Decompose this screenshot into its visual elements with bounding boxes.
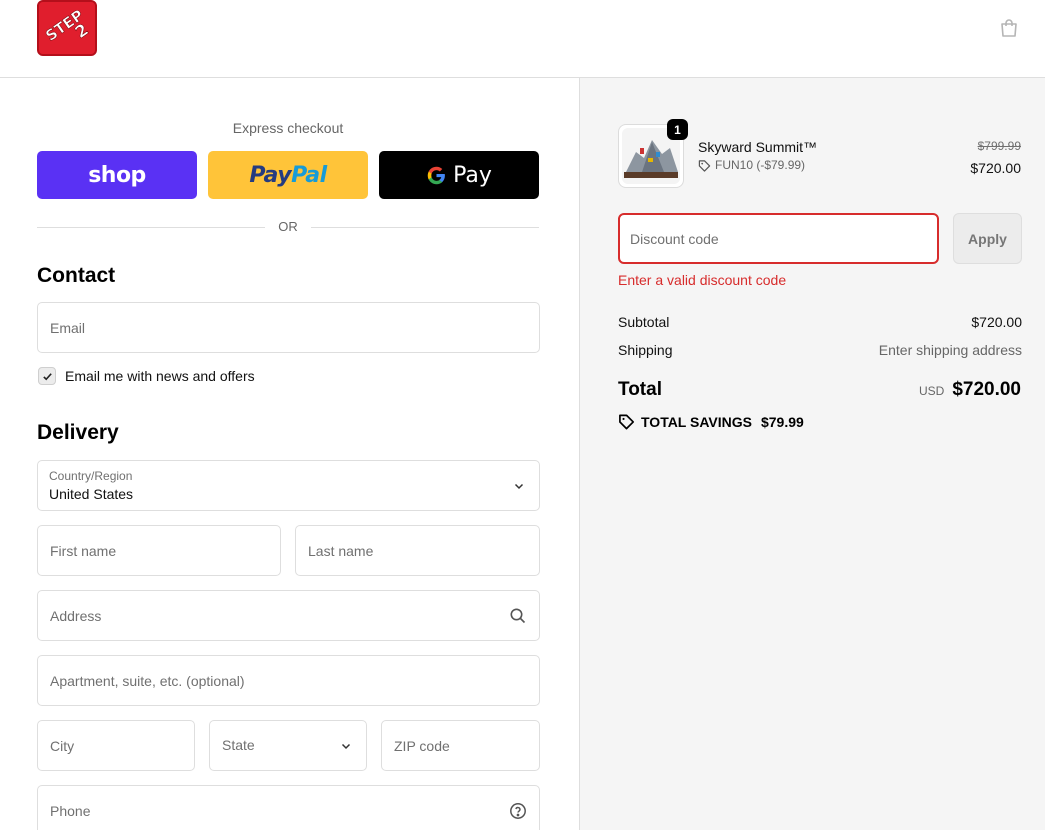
apply-discount-button[interactable]: Apply <box>953 213 1022 264</box>
order-summary: 1 Skyward Summit™ FUN10 (-$79.99) $799.9… <box>579 78 1045 830</box>
total-savings: TOTAL SAVINGS $79.99 <box>618 413 804 430</box>
google-pay-label: Pay <box>453 162 492 188</box>
original-price: $799.99 <box>977 139 1021 153</box>
phone-placeholder: Phone <box>50 803 91 819</box>
total-amount: USD $720.00 <box>919 379 1021 401</box>
step2-logo-graphic: STEP 2 <box>39 2 95 54</box>
checkmark-icon <box>42 372 52 380</box>
city-placeholder: City <box>50 738 75 754</box>
checkout-form: Express checkout shop PayPal Pay OR Cont… <box>0 78 579 830</box>
product-thumbnail: 1 <box>618 119 688 188</box>
tag-icon <box>619 414 635 430</box>
country-label: Country/Region <box>49 469 133 483</box>
subtotal-label: Subtotal <box>618 314 670 330</box>
country-select[interactable]: Country/Region United States <box>37 460 540 511</box>
shipping-value: Enter shipping address <box>878 342 1022 358</box>
chevron-down-icon <box>514 483 524 490</box>
product-name: Skyward Summit™ <box>698 139 818 155</box>
or-label: OR <box>278 219 298 234</box>
quantity-badge: 1 <box>667 119 688 140</box>
savings-label: TOTAL SAVINGS <box>641 413 752 430</box>
paypal-label-pal: Pal <box>291 162 327 188</box>
discount-code-field[interactable]: Discount code <box>618 213 939 264</box>
zip-field[interactable]: ZIP code <box>381 720 540 771</box>
checkout-header: STEP 2 <box>0 0 1045 78</box>
step2-logo[interactable]: STEP 2 <box>37 0 97 56</box>
newsletter-checkbox[interactable] <box>38 367 56 385</box>
last-name-field[interactable]: Last name <box>295 525 540 576</box>
contact-heading: Contact <box>37 264 116 287</box>
city-field[interactable]: City <box>37 720 195 771</box>
subtotal-row: Subtotal $720.00 <box>618 314 1022 330</box>
first-name-placeholder: First name <box>50 543 117 559</box>
address-field[interactable]: Address <box>37 590 540 641</box>
shop-pay-button[interactable]: shop <box>37 151 197 199</box>
address-placeholder: Address <box>50 608 102 624</box>
newsletter-label: Email me with news and offers <box>65 368 255 384</box>
shipping-row: Shipping Enter shipping address <box>618 342 1022 358</box>
total-value: $720.00 <box>952 379 1021 400</box>
email-field[interactable]: Email <box>37 302 540 353</box>
product-discount-label: FUN10 (-$79.99) <box>715 158 806 172</box>
email-placeholder: Email <box>50 320 86 336</box>
discount-code-placeholder: Discount code <box>630 231 719 247</box>
subtotal-value: $720.00 <box>971 314 1022 330</box>
google-pay-content: Pay <box>426 163 492 188</box>
shipping-label: Shipping <box>618 342 673 358</box>
country-value: United States <box>49 486 134 502</box>
help-circle-icon[interactable] <box>509 802 527 820</box>
phone-field[interactable]: Phone <box>37 785 540 830</box>
state-select[interactable]: State <box>209 720 367 771</box>
newsletter-option[interactable]: Email me with news and offers <box>38 367 255 385</box>
google-g-icon <box>427 166 446 184</box>
express-checkout-label: Express checkout <box>232 120 344 136</box>
product-price: $720.00 <box>970 160 1021 176</box>
total-currency: USD <box>918 384 945 398</box>
first-name-field[interactable]: First name <box>37 525 281 576</box>
tag-icon <box>698 159 711 172</box>
shopping-bag-icon[interactable] <box>998 17 1020 39</box>
google-pay-button[interactable]: Pay <box>379 151 539 199</box>
search-icon[interactable] <box>509 607 527 625</box>
chevron-down-icon <box>341 743 351 750</box>
delivery-heading: Delivery <box>37 421 119 444</box>
shop-pay-label: shop <box>88 162 146 188</box>
discount-error-message: Enter a valid discount code <box>618 272 787 288</box>
apartment-field[interactable]: Apartment, suite, etc. (optional) <box>37 655 540 706</box>
savings-value: $79.99 <box>760 413 804 430</box>
zip-placeholder: ZIP code <box>394 738 450 754</box>
or-divider: OR <box>37 219 539 235</box>
last-name-placeholder: Last name <box>308 543 374 559</box>
apartment-placeholder: Apartment, suite, etc. (optional) <box>50 673 245 689</box>
product-discount: FUN10 (-$79.99) <box>698 158 805 172</box>
paypal-logo-text: PayPal <box>249 162 327 188</box>
total-label: Total <box>618 379 662 400</box>
state-placeholder: State <box>222 737 255 753</box>
paypal-label-pay: Pay <box>249 162 292 188</box>
paypal-button[interactable]: PayPal <box>208 151 368 199</box>
